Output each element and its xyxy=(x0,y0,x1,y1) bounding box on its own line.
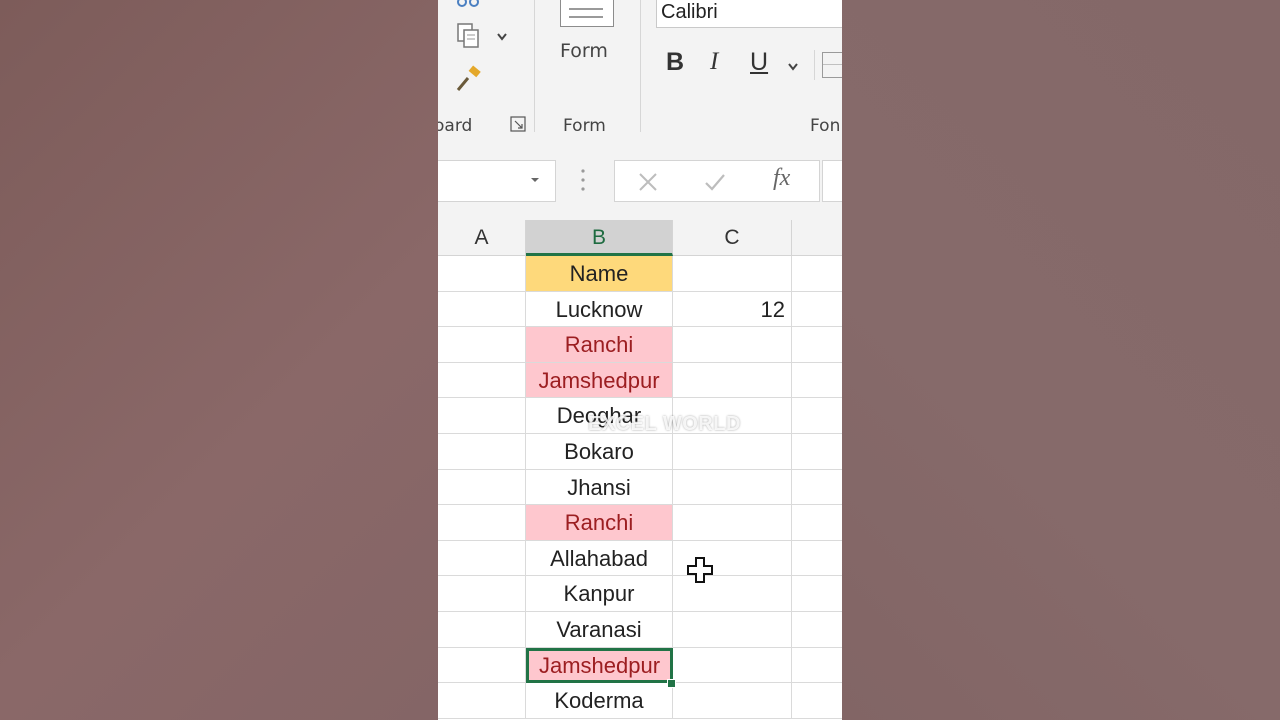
empty-cell[interactable] xyxy=(673,469,792,506)
name-cell[interactable]: Jhansi xyxy=(526,469,673,506)
column-header-c[interactable]: C xyxy=(673,220,792,256)
empty-cell[interactable] xyxy=(438,647,526,684)
empty-cell[interactable] xyxy=(438,256,526,292)
empty-cell[interactable] xyxy=(792,434,842,470)
empty-cell[interactable] xyxy=(792,327,842,363)
empty-cell[interactable] xyxy=(673,683,792,719)
empty-cell[interactable] xyxy=(438,362,526,399)
group-separator xyxy=(814,50,815,80)
bold-button[interactable]: B xyxy=(666,48,684,77)
active-cell[interactable]: Jamshedpur xyxy=(526,647,673,684)
name-box[interactable] xyxy=(438,160,556,202)
empty-cell[interactable] xyxy=(792,398,842,434)
empty-cell[interactable] xyxy=(673,505,792,541)
empty-cell[interactable] xyxy=(792,683,842,719)
formula-input[interactable] xyxy=(822,160,842,202)
form-button[interactable]: Form xyxy=(560,40,608,62)
group-separator xyxy=(534,0,535,132)
empty-cell[interactable] xyxy=(673,647,792,684)
header-cell-name[interactable]: Name xyxy=(526,256,673,292)
empty-cell[interactable] xyxy=(438,505,526,541)
empty-cell[interactable] xyxy=(673,362,792,399)
form-group-label: Form xyxy=(563,116,606,136)
underline-button[interactable]: U xyxy=(750,48,768,77)
name-cell[interactable]: Lucknow xyxy=(526,291,673,328)
column-header-a[interactable]: A xyxy=(438,220,526,256)
name-cell[interactable]: Ranchi xyxy=(526,505,673,541)
insert-function-button[interactable]: fx xyxy=(773,165,790,192)
name-cell[interactable]: Allahabad xyxy=(526,540,673,577)
blurred-background-right xyxy=(842,0,1280,720)
fill-handle[interactable] xyxy=(667,679,676,688)
empty-cell[interactable] xyxy=(438,683,526,719)
copy-icon[interactable] xyxy=(456,22,482,50)
name-cell[interactable]: Jamshedpur xyxy=(526,362,673,399)
empty-cell[interactable] xyxy=(438,576,526,612)
empty-cell[interactable] xyxy=(673,434,792,470)
name-cell[interactable]: Varanasi xyxy=(526,612,673,648)
cell-cursor-icon xyxy=(687,557,713,583)
format-painter-icon[interactable] xyxy=(454,64,486,94)
blurred-background-left xyxy=(0,0,438,720)
empty-cell[interactable] xyxy=(438,327,526,363)
empty-cell[interactable] xyxy=(438,291,526,328)
empty-cell[interactable] xyxy=(673,612,792,648)
excel-window: oard Form Form Calibri B I U Fon fx A B … xyxy=(438,0,842,720)
empty-cell[interactable] xyxy=(673,256,792,292)
form-icon[interactable] xyxy=(560,0,614,27)
name-cell[interactable]: Koderma xyxy=(526,683,673,719)
name-cell[interactable]: Bokaro xyxy=(526,434,673,470)
cut-icon[interactable] xyxy=(454,0,484,10)
empty-cell[interactable] xyxy=(438,434,526,470)
empty-cell[interactable] xyxy=(792,470,842,506)
empty-cell[interactable] xyxy=(792,541,842,577)
name-cell[interactable]: Ranchi xyxy=(526,327,673,363)
empty-cell[interactable] xyxy=(792,256,842,292)
column-header-d[interactable] xyxy=(792,220,842,256)
column-header-b[interactable]: B xyxy=(526,220,673,256)
enter-check-icon[interactable] xyxy=(703,171,727,193)
formula-bar: fx xyxy=(438,140,842,220)
cancel-icon[interactable] xyxy=(637,171,659,193)
italic-button[interactable]: I xyxy=(710,48,718,76)
empty-cell[interactable] xyxy=(792,612,842,648)
borders-icon[interactable] xyxy=(822,52,842,78)
watermark: EXCEL WORLD xyxy=(588,413,741,435)
chevron-down-icon[interactable] xyxy=(787,62,799,72)
empty-cell[interactable] xyxy=(438,612,526,648)
chevron-down-icon[interactable] xyxy=(496,32,508,42)
empty-cell[interactable] xyxy=(792,292,842,328)
font-group-label: Fon xyxy=(810,116,841,136)
empty-cell[interactable] xyxy=(438,398,526,434)
empty-cell[interactable] xyxy=(792,576,842,612)
name-cell[interactable]: Kanpur xyxy=(526,576,673,612)
empty-cell[interactable] xyxy=(792,505,842,541)
font-name-input[interactable]: Calibri xyxy=(656,0,842,28)
more-options-icon[interactable] xyxy=(580,168,586,192)
empty-cell[interactable] xyxy=(438,469,526,506)
empty-cell[interactable] xyxy=(792,648,842,684)
value-cell[interactable]: 12 xyxy=(673,291,792,328)
empty-cell[interactable] xyxy=(792,363,842,399)
formula-controls: fx xyxy=(614,160,820,202)
ribbon: oard Form Form Calibri B I U Fon xyxy=(438,0,842,141)
empty-cell[interactable] xyxy=(438,540,526,577)
empty-cell[interactable] xyxy=(673,327,792,363)
clipboard-group-label: oard xyxy=(438,116,473,136)
dialog-launcher-icon[interactable] xyxy=(510,116,526,132)
group-separator xyxy=(640,0,641,132)
chevron-down-icon[interactable] xyxy=(529,175,541,185)
